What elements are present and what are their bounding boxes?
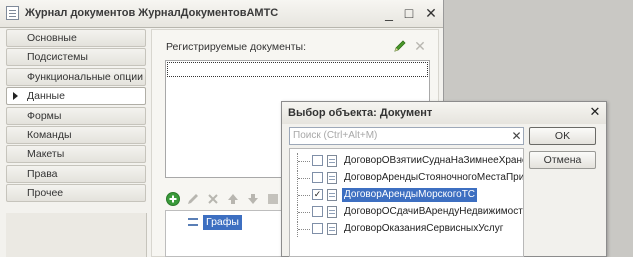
delete-icon[interactable]: ✕ <box>413 39 427 53</box>
sidebar-fill <box>6 213 147 257</box>
document-journal-icon <box>6 6 19 20</box>
ok-button[interactable]: OK <box>529 127 596 145</box>
dialog-title: Выбор объекта: Документ <box>288 107 433 119</box>
sidebar-item-commands[interactable]: Команды <box>6 125 146 144</box>
select-object-dialog: Выбор объекта: Документ ✕ Поиск (Ctrl+Al… <box>281 101 607 257</box>
sidebar-nav: Основные Подсистемы Функциональные опции… <box>6 29 146 204</box>
checkbox-checked[interactable]: ✓ <box>312 189 323 200</box>
dialog-close-icon[interactable]: ✕ <box>587 104 603 120</box>
sidebar-item-functional-options[interactable]: Функциональные опции <box>6 67 146 86</box>
document-icon <box>327 155 337 167</box>
checkbox[interactable] <box>312 155 323 166</box>
list-item[interactable]: ДоговорАрендыСтояночногоМестаПрича <box>290 170 523 186</box>
move-down-icon[interactable] <box>245 191 261 207</box>
document-icon <box>327 172 337 184</box>
list-item[interactable]: ДоговорОВзятииСуднаНаЗимнееХранен <box>290 153 523 169</box>
checkbox[interactable] <box>312 172 323 183</box>
maximize-button[interactable]: □ <box>400 4 418 22</box>
active-arrow-icon <box>13 92 18 101</box>
focus-row[interactable] <box>167 62 428 77</box>
search-input[interactable]: Поиск (Ctrl+Alt+M) <box>289 127 524 145</box>
move-up-icon[interactable] <box>225 191 241 207</box>
columns-icon <box>188 218 198 226</box>
minimize-button[interactable]: _ <box>380 4 398 22</box>
window-title: Журнал документов ЖурналДокументовАМТС <box>25 7 279 19</box>
sidebar-item-other[interactable]: Прочее <box>6 184 146 203</box>
checkbox[interactable] <box>312 206 323 217</box>
checkbox[interactable] <box>312 223 323 234</box>
document-icon <box>327 189 337 201</box>
sidebar-item-rights[interactable]: Права <box>6 164 146 183</box>
list-item[interactable]: ДоговорОСдачиВАрендуНедвижимости <box>290 204 523 220</box>
dialog-titlebar[interactable]: Выбор объекта: Документ ✕ <box>282 102 606 124</box>
sidebar-item-basic[interactable]: Основные <box>6 29 146 47</box>
edit-icon[interactable] <box>185 191 201 207</box>
document-icon <box>327 206 337 218</box>
sidebar-item-data[interactable]: Данные <box>6 87 146 106</box>
sidebar-item-templates[interactable]: Макеты <box>6 145 146 164</box>
object-list[interactable]: ДоговорОВзятииСуднаНаЗимнееХранен Догово… <box>289 148 524 257</box>
pencil-icon[interactable] <box>393 39 407 53</box>
list-item[interactable]: ✓ ДоговорАрендыМорскогоТС <box>290 187 523 203</box>
list-item[interactable]: ДоговорОказанияСервисныхУслуг <box>290 221 523 237</box>
list-icon[interactable] <box>265 191 281 207</box>
window-titlebar[interactable]: Журнал документов ЖурналДокументовАМТС _… <box>0 0 443 28</box>
search-clear-icon[interactable]: ✕ <box>510 129 523 143</box>
registered-documents-label: Регистрируемые документы: <box>166 41 306 53</box>
close-button[interactable]: ✕ <box>422 4 440 22</box>
document-icon <box>327 223 337 235</box>
sidebar-item-forms[interactable]: Формы <box>6 106 146 125</box>
sidebar-item-subsystems[interactable]: Подсистемы <box>6 48 146 67</box>
remove-icon[interactable] <box>205 191 221 207</box>
add-icon[interactable] <box>165 191 181 207</box>
cancel-button[interactable]: Отмена <box>529 151 596 169</box>
